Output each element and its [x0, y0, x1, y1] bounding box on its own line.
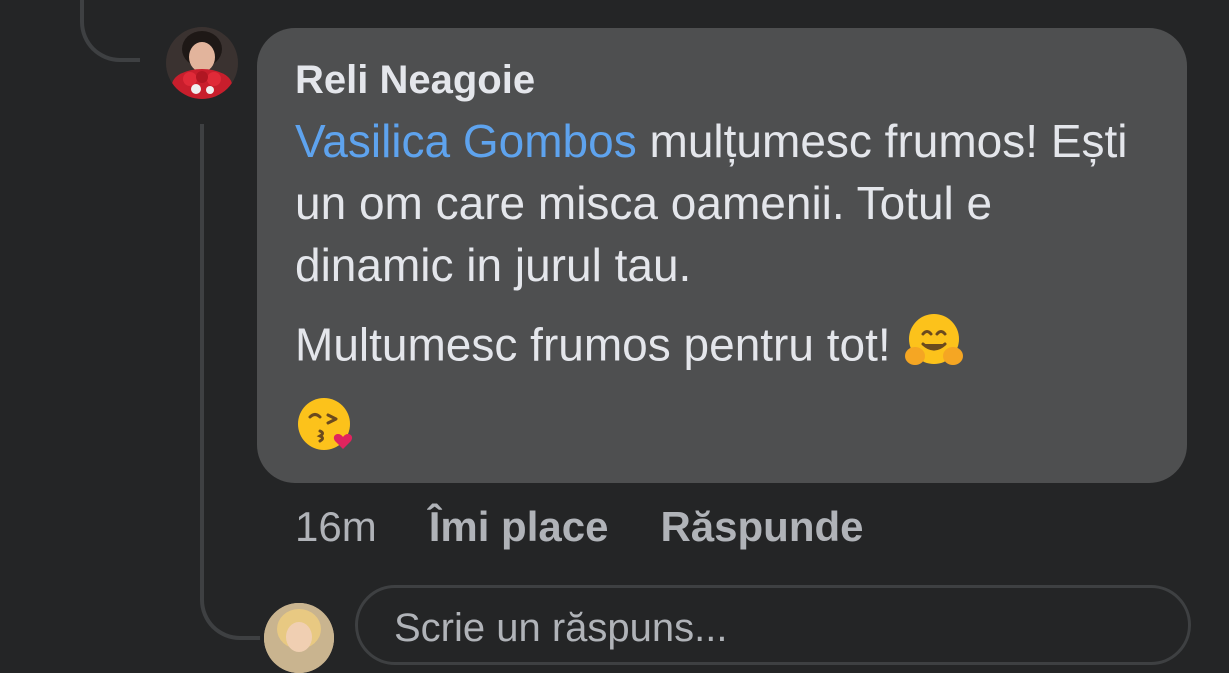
face-blowing-kiss-icon — [295, 393, 357, 470]
avatar[interactable] — [166, 27, 238, 99]
mention-link[interactable]: Vasilica Gombos — [295, 115, 637, 167]
comment-body-line2: Multumesc frumos pentru tot! — [295, 318, 904, 371]
reply-button[interactable]: Răspunde — [660, 503, 863, 551]
reply-input[interactable]: Scrie un răspuns... — [355, 585, 1191, 665]
comment-timestamp[interactable]: 16m — [295, 503, 377, 551]
thread-connector-bottom — [200, 560, 260, 640]
hugging-face-icon — [903, 310, 965, 387]
comment-actions: 16m Îmi place Răspunde — [295, 500, 864, 554]
thread-connector-top — [80, 0, 140, 62]
like-button[interactable]: Îmi place — [429, 503, 609, 551]
avatar-photo — [166, 27, 238, 99]
comment-paragraph-3 — [295, 393, 1155, 455]
thread-connector-line — [200, 124, 204, 594]
comment-bubble: Reli Neagoie Vasilica Gombos mulțumesc f… — [257, 28, 1187, 483]
current-user-avatar[interactable] — [264, 603, 334, 673]
comment-author[interactable]: Reli Neagoie — [295, 54, 1149, 106]
current-user-avatar-photo — [264, 603, 334, 673]
comment-text: Vasilica Gombos mulțumesc frumos! Ești u… — [295, 110, 1155, 455]
comment-paragraph-2: Multumesc frumos pentru tot! — [295, 310, 1155, 387]
